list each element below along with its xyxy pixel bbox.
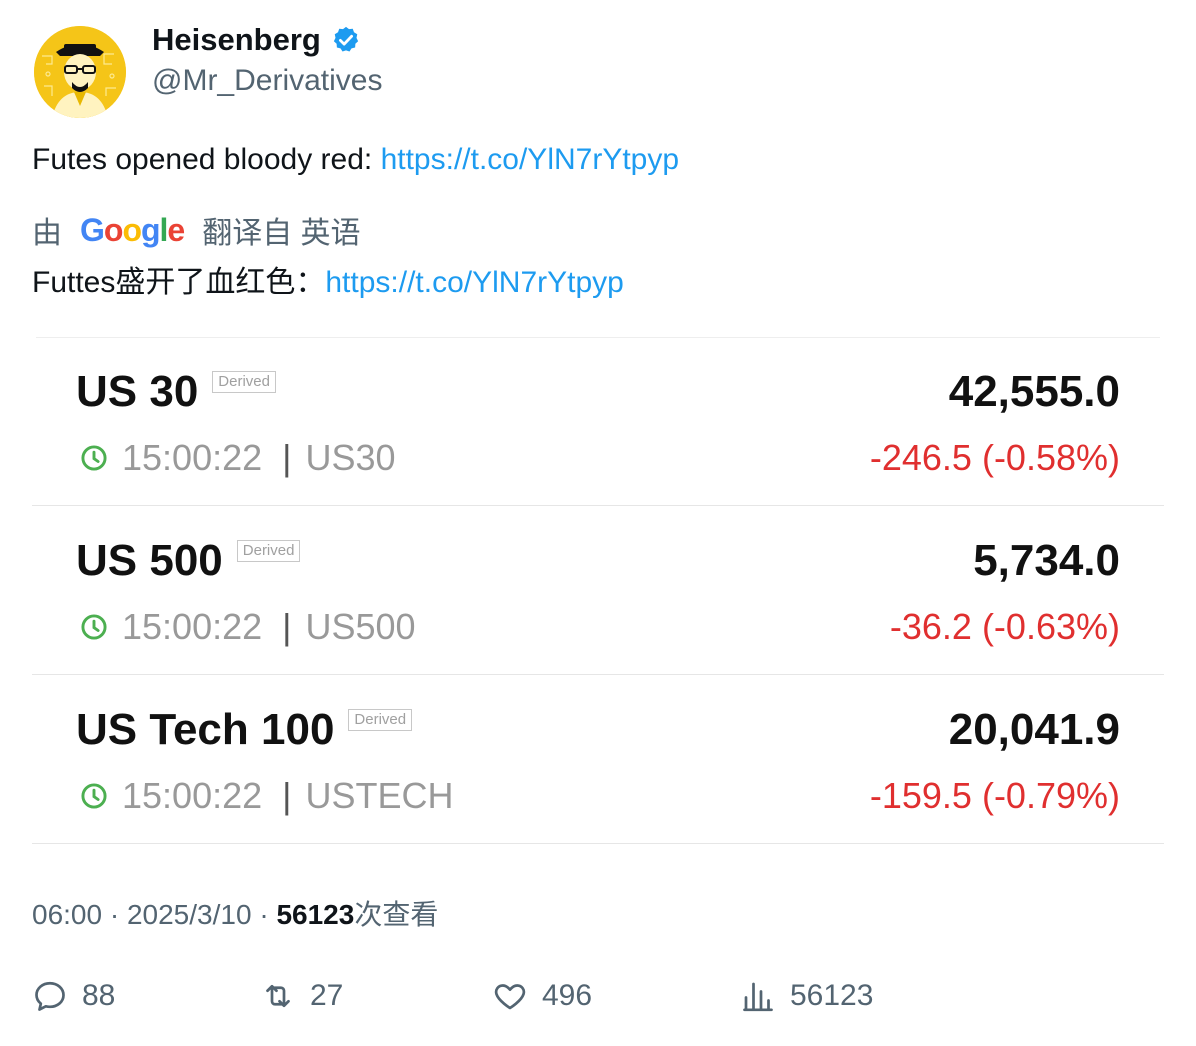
action-bar: 88 27 496 56123	[32, 978, 1164, 1026]
like-count: 496	[542, 979, 593, 1012]
heart-icon	[494, 984, 526, 1010]
symbol-code: US500	[305, 606, 416, 647]
derived-badge: Derived	[236, 540, 301, 562]
meta-dot: ·	[109, 899, 120, 930]
quote-time-text: 15:00:22	[122, 437, 263, 478]
price-row-us500: US 500 Derived 5,734.0 15:00:22 | US500 …	[32, 506, 1164, 675]
symbol-name: US Tech 100 Derived	[76, 705, 413, 755]
heisenberg-avatar-icon	[34, 26, 126, 118]
price-value: 20,041.9	[948, 705, 1120, 754]
quote-time-text: 15:00:22	[122, 775, 263, 816]
reply-button[interactable]: 88	[32, 978, 115, 1014]
price-row-ustech100: US Tech 100 Derived 20,041.9 15:00:22 | …	[32, 675, 1164, 844]
analytics-icon	[743, 982, 773, 1012]
symbol-name: US 500 Derived	[76, 536, 301, 586]
symbol-label: US 500	[76, 536, 223, 585]
separator: |	[282, 775, 292, 816]
price-card[interactable]: US 30 Derived 42,555.0 15:00:22 | US30 -…	[32, 337, 1164, 844]
quote-time: 15:00:22 | US500	[80, 606, 416, 648]
translation-by-label: 由	[32, 217, 62, 250]
tweet-meta: 06:00 · 2025/3/10 · 56123次查看	[32, 893, 438, 933]
meta-dot: ·	[259, 899, 269, 930]
author-name-text: Heisenberg	[152, 22, 321, 57]
separator: |	[282, 606, 292, 647]
like-button[interactable]: 496	[492, 978, 592, 1014]
view-count-label: 次查看	[354, 899, 439, 930]
price-row-us30: US 30 Derived 42,555.0 15:00:22 | US30 -…	[32, 337, 1164, 506]
quote-time: 15:00:22 | US30	[80, 437, 396, 479]
symbol-label: US Tech 100	[76, 705, 335, 754]
derived-badge: Derived	[348, 709, 413, 731]
tweet-date[interactable]: 2025/3/10	[127, 899, 252, 930]
views-button[interactable]: 56123	[740, 978, 873, 1014]
author-handle[interactable]: @Mr_Derivatives	[152, 64, 383, 98]
tweet-text-body: Futes opened bloody red:	[32, 143, 381, 176]
translated-text-body: Futtes盛开了血红色：	[32, 266, 326, 299]
verified-badge-icon	[333, 26, 358, 52]
quote-time-text: 15:00:22	[122, 606, 263, 647]
price-change: -246.5 (-0.58%)	[869, 437, 1120, 478]
clock-icon	[81, 783, 107, 809]
reply-count: 88	[82, 979, 116, 1012]
views-count: 56123	[790, 979, 874, 1012]
price-change: -159.5 (-0.79%)	[869, 775, 1120, 816]
retweet-button[interactable]: 27	[260, 978, 343, 1014]
symbol-code: USTECH	[305, 775, 454, 816]
tweet-link[interactable]: https://t.co/YlN7rYtpyp	[381, 143, 679, 176]
symbol-name: US 30 Derived	[76, 367, 276, 417]
google-logo: Google	[80, 211, 185, 248]
tweet-time[interactable]: 06:00	[32, 899, 102, 930]
translated-link[interactable]: https://t.co/YlN7rYtpyp	[325, 266, 623, 299]
view-count: 56123	[276, 899, 355, 930]
clock-icon	[81, 614, 107, 640]
reply-icon	[35, 981, 65, 1011]
symbol-label: US 30	[76, 367, 199, 416]
clock-icon	[81, 445, 107, 471]
price-change: -36.2 (-0.63%)	[889, 606, 1120, 647]
avatar[interactable]	[34, 26, 126, 118]
symbol-code: US30	[305, 437, 396, 478]
separator: |	[282, 437, 292, 478]
price-value: 42,555.0	[948, 367, 1120, 416]
tweet-text: Futes opened bloody red: https://t.co/Yl…	[32, 143, 679, 177]
translation-attribution: 由 Google 翻译自 英语	[32, 208, 361, 252]
derived-badge: Derived	[212, 371, 276, 393]
translation-from-label: 翻译自 英语	[202, 217, 361, 250]
retweet-count: 27	[310, 979, 344, 1012]
quote-time: 15:00:22 | USTECH	[80, 775, 454, 817]
retweet-icon	[266, 984, 290, 1008]
price-value: 5,734.0	[973, 536, 1120, 585]
translated-text: Futtes盛开了血红色：https://t.co/YlN7rYtpyp	[32, 257, 624, 301]
author-name[interactable]: Heisenberg	[152, 22, 361, 58]
